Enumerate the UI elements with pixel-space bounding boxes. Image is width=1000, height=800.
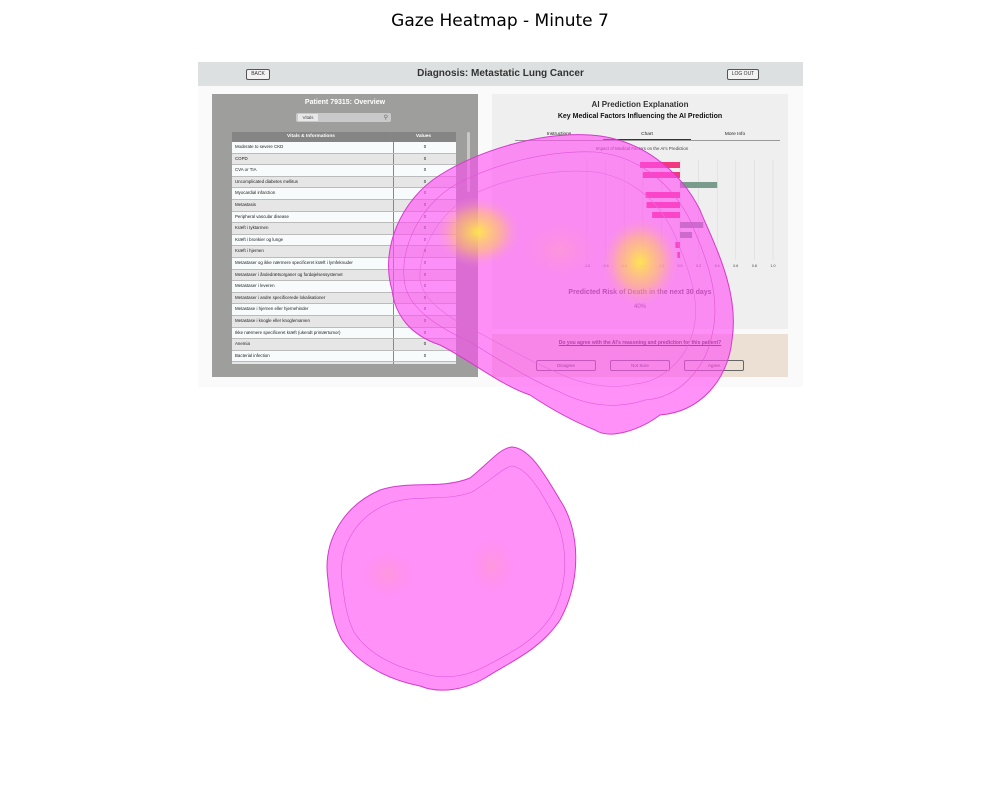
lower-gaze-cluster — [326, 446, 577, 691]
hotspot-chart — [600, 216, 680, 308]
hotspot-vitals-table — [434, 196, 522, 268]
lower-warm-left — [360, 550, 416, 598]
lower-warm-right — [468, 536, 516, 596]
warm-region-center — [520, 220, 600, 280]
gaze-heatmap-overlay — [326, 134, 734, 691]
upper-gaze-cluster — [388, 134, 734, 435]
upper-cluster-outer — [388, 134, 734, 435]
